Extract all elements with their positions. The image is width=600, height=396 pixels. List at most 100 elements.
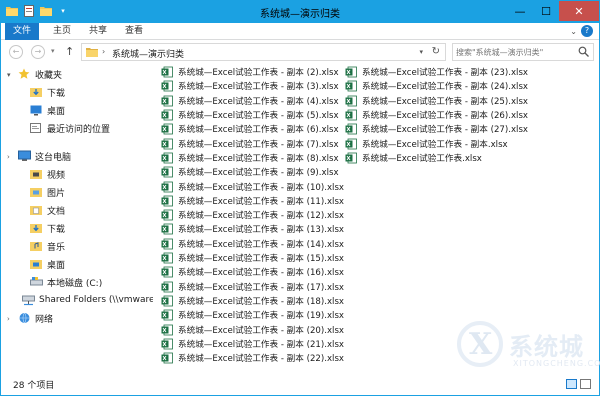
file-item[interactable]: 系统城—Excel试验工作表 - 副本 (2).xlsx [161,65,339,79]
excel-file-icon [161,309,173,321]
excel-file-icon [161,123,173,135]
large-icons-view-icon[interactable] [580,379,591,389]
title-bar: ▾ 系统城—演示归类 — ☐ ✕ [1,1,599,23]
file-item[interactable]: 系统城—Excel试验工作表 - 副本 (20).xlsx [161,322,344,336]
file-item[interactable]: 系统城—Excel试验工作表 - 副本 (5).xlsx [161,108,339,122]
breadcrumb-separator-icon[interactable]: › [102,47,105,56]
search-box[interactable] [452,43,594,61]
file-name: 系统城—Excel试验工作表 - 副本 (22).xlsx [178,354,345,365]
network-drive-icon [21,293,35,307]
excel-file-icon [161,238,173,250]
minimize-button[interactable]: — [507,1,533,21]
nav-item-music[interactable]: 音乐 [1,237,153,255]
file-item[interactable]: 系统城—Excel试验工作表 - 副本 (19).xlsx [161,308,344,322]
breadcrumb[interactable]: 系统城—演示归类 [112,47,184,60]
tab-view[interactable]: 查看 [119,23,149,40]
excel-file-icon [345,152,357,164]
file-item[interactable]: 系统城—Excel试验工作表 - 副本 (17).xlsx [161,280,344,294]
address-bar[interactable]: › 系统城—演示归类 ▾ ↻ [81,43,446,61]
expand-ribbon-icon[interactable]: ⌄ [570,27,577,36]
nav-label: 音乐 [47,242,66,253]
drive-icon [29,275,43,289]
file-item[interactable]: 系统城—Excel试验工作表 - 副本 (26).xlsx [345,108,528,122]
file-item[interactable]: 系统城—Excel试验工作表 - 副本 (24).xlsx [345,79,528,93]
nav-item-desktop[interactable]: 桌面 [1,101,153,119]
nav-item-downloads-pc[interactable]: 下载 [1,219,153,237]
excel-file-icon [161,281,173,293]
nav-network[interactable]: 网络 [1,309,153,327]
file-name: 系统城—Excel试验工作表 - 副本 (27).xlsx [362,125,529,136]
excel-file-icon [161,266,173,278]
file-name: 系统城—Excel试验工作表 - 副本 (6).xlsx [178,125,339,136]
file-name: 系统城—Excel试验工作表 - 副本 (4).xlsx [178,96,339,107]
up-button[interactable]: ↑ [65,45,74,58]
excel-file-icon [161,195,173,207]
address-dropdown-icon[interactable]: ▾ [419,48,423,56]
item-count: 28 个项目 [13,381,55,391]
view-switcher [566,379,591,389]
excel-file-icon [161,166,173,178]
navigation-pane: ▾ 收藏夹 下载 桌面 最近访问的位置 › 这台电脑 视频 图片 文档 下载 音… [1,63,153,371]
file-item[interactable]: 系统城—Excel试验工作表 - 副本 (9).xlsx [161,165,339,179]
file-item[interactable]: 系统城—Excel试验工作表 - 副本 (22).xlsx [161,351,344,365]
watermark-mark: X [469,327,493,362]
tab-file[interactable]: 文件 [5,23,39,40]
tab-share[interactable]: 共享 [83,23,113,40]
nav-item-videos[interactable]: 视频 [1,165,153,183]
search-input[interactable] [456,45,574,59]
details-view-icon[interactable] [566,379,577,389]
file-item[interactable]: 系统城—Excel试验工作表 - 副本 (4).xlsx [161,94,339,108]
nav-this-pc[interactable]: 这台电脑 [1,147,153,165]
file-name: 系统城—Excel试验工作表 - 副本 (12).xlsx [178,211,345,222]
forward-button[interactable]: → [31,45,45,59]
downloads-folder-icon [29,85,43,99]
nav-item-downloads[interactable]: 下载 [1,83,153,101]
watermark-logo: X 系统城 XITONGCHENG.COM [457,321,600,377]
file-item[interactable]: 系统城—Excel试验工作表 - 副本 (14).xlsx [161,237,344,251]
close-button[interactable]: ✕ [559,1,599,21]
nav-item-pictures[interactable]: 图片 [1,183,153,201]
nav-item-local-disk[interactable]: 本地磁盘 (C:) [1,273,153,291]
file-item[interactable]: 系统城—Excel试验工作表 - 副本 (15).xlsx [161,251,344,265]
file-name: 系统城—Excel试验工作表 - 副本 (14).xlsx [178,239,345,250]
nav-label: 下载 [47,88,66,99]
file-item[interactable]: 系统城—Excel试验工作表 - 副本 (23).xlsx [345,65,528,79]
file-item[interactable]: 系统城—Excel试验工作表 - 副本 (12).xlsx [161,208,344,222]
tab-home[interactable]: 主页 [47,23,77,40]
file-name: 系统城—Excel试验工作表 - 副本 (11).xlsx [178,196,345,207]
file-name: 系统城—Excel试验工作表 - 副本 (16).xlsx [178,268,345,279]
file-item[interactable]: 系统城—Excel试验工作表 - 副本 (16).xlsx [161,265,344,279]
file-item[interactable]: 系统城—Excel试验工作表 - 副本 (6).xlsx [161,122,339,136]
recent-locations-icon[interactable]: ▾ [51,47,55,55]
nav-favorites[interactable]: 收藏夹 [1,65,153,83]
search-icon[interactable] [578,46,589,60]
file-item[interactable]: 系统城—Excel试验工作表.xlsx [345,151,482,165]
file-item[interactable]: 系统城—Excel试验工作表 - 副本 (13).xlsx [161,222,344,236]
excel-file-icon [345,109,357,121]
back-button[interactable]: ← [9,45,23,59]
file-item[interactable]: 系统城—Excel试验工作表 - 副本 (21).xlsx [161,337,344,351]
nav-item-desktop-pc[interactable]: 桌面 [1,255,153,273]
maximize-button[interactable]: ☐ [533,1,559,21]
excel-file-icon [161,138,173,150]
file-name: 系统城—Excel试验工作表 - 副本 (5).xlsx [178,111,339,122]
file-item[interactable]: 系统城—Excel试验工作表 - 副本.xlsx [345,137,508,151]
file-name: 系统城—Excel试验工作表 - 副本 (18).xlsx [178,296,345,307]
nav-item-shared-folders[interactable]: Shared Folders (\\vmware-ho [1,291,153,309]
file-item[interactable]: 系统城—Excel试验工作表 - 副本 (10).xlsx [161,179,344,193]
nav-label: 图片 [47,188,66,199]
file-item[interactable]: 系统城—Excel试验工作表 - 副本 (11).xlsx [161,194,344,208]
file-item[interactable]: 系统城—Excel试验工作表 - 副本 (18).xlsx [161,294,344,308]
nav-item-documents[interactable]: 文档 [1,201,153,219]
refresh-icon[interactable]: ↻ [432,46,440,57]
file-item[interactable]: 系统城—Excel试验工作表 - 副本 (25).xlsx [345,94,528,108]
watermark-brand: 系统城 [509,333,584,361]
file-item[interactable]: 系统城—Excel试验工作表 - 副本 (3).xlsx [161,79,339,93]
excel-file-icon [161,209,173,221]
file-item[interactable]: 系统城—Excel试验工作表 - 副本 (8).xlsx [161,151,339,165]
nav-label: 桌面 [47,260,66,271]
file-item[interactable]: 系统城—Excel试验工作表 - 副本 (27).xlsx [345,122,528,136]
file-item[interactable]: 系统城—Excel试验工作表 - 副本 (7).xlsx [161,137,339,151]
help-icon[interactable]: ? [581,25,593,37]
nav-item-recent[interactable]: 最近访问的位置 [1,119,153,137]
